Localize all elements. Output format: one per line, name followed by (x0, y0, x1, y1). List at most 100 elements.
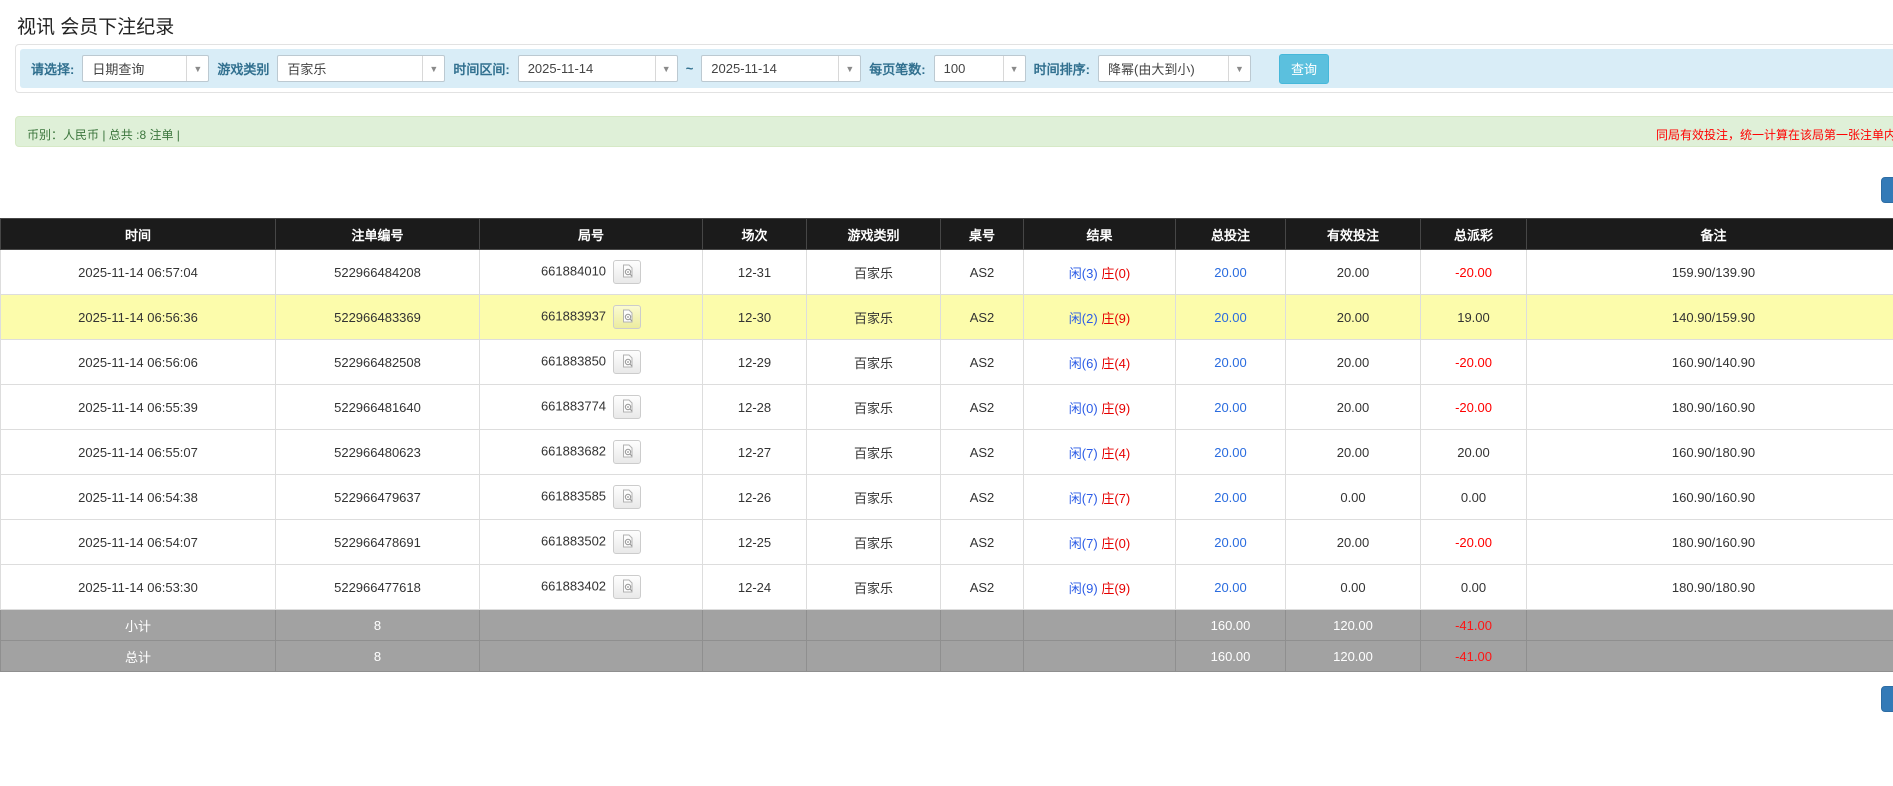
cell-game-type: 百家乐 (806, 384, 941, 430)
pagination-page-button-top[interactable]: 1 (1881, 177, 1893, 203)
cell-payout: -20.00 (1420, 519, 1527, 565)
cell-total-bet-link[interactable]: 20.00 (1175, 384, 1286, 430)
table-row: 2025-11-14 06:57:04 522966484208 661884010… (0, 249, 1893, 295)
table-row: 2025-11-14 06:54:07 522966478691 661883502… (0, 519, 1893, 565)
cell-valid-bet: 20.00 (1285, 384, 1421, 430)
video-replay-button[interactable] (613, 395, 642, 419)
game-type-value: 百家乐 (287, 62, 327, 77)
query-type-select[interactable]: 日期查询 ▼ (82, 55, 210, 82)
cell-session: 12-29 (702, 339, 807, 385)
column-header-1: 注单编号 (275, 218, 480, 250)
video-replay-button[interactable] (613, 575, 642, 599)
cell-session: 12-27 (702, 429, 807, 475)
video-replay-button[interactable] (613, 350, 642, 374)
total-empty (940, 640, 1024, 672)
video-replay-button[interactable] (613, 530, 642, 554)
chevron-down-icon: ▼ (1002, 56, 1025, 81)
film-icon (621, 354, 634, 371)
page-size-select[interactable]: 100 ▼ (933, 55, 1026, 82)
film-icon (621, 264, 634, 281)
sort-order-select[interactable]: 降幂(由大到小) ▼ (1097, 55, 1251, 82)
cell-valid-bet: 20.00 (1285, 339, 1421, 385)
cell-table-no: AS2 (940, 564, 1024, 610)
cell-game-type: 百家乐 (806, 519, 941, 565)
film-icon (621, 489, 634, 506)
chevron-down-icon: ▼ (654, 56, 677, 81)
result-banker: 庄(0) (1101, 265, 1131, 281)
result-banker: 庄(4) (1101, 355, 1131, 371)
result-banker: 庄(7) (1101, 490, 1131, 506)
total-count: 8 (275, 640, 480, 672)
total-row: 总计 8 160.00 120.00 -41.00 (0, 640, 1893, 672)
cell-game-type: 百家乐 (806, 474, 941, 520)
cell-time: 2025-11-14 06:56:06 (0, 339, 276, 385)
video-replay-button[interactable] (613, 485, 642, 509)
table-row: 2025-11-14 06:55:07 522966480623 661883682… (0, 429, 1893, 475)
film-icon (621, 534, 634, 551)
cell-valid-bet: 0.00 (1285, 564, 1421, 610)
subtotal-count: 8 (275, 609, 480, 641)
game-type-select[interactable]: 百家乐 ▼ (277, 55, 446, 82)
video-replay-button[interactable] (613, 440, 642, 464)
subtotal-row: 小计 8 160.00 120.00 -41.00 (0, 609, 1893, 641)
cell-total-bet-link[interactable]: 20.00 (1175, 474, 1286, 520)
cell-game-type: 百家乐 (806, 294, 941, 340)
cell-bet-id: 522966481640 (275, 384, 480, 430)
column-header-10: 备注 (1526, 218, 1893, 250)
query-button[interactable]: 查询 (1278, 53, 1329, 84)
cell-valid-bet: 20.00 (1285, 519, 1421, 565)
cell-table-no: AS2 (940, 249, 1024, 295)
cell-bet-id: 522966479637 (275, 474, 480, 520)
filter-bar: 请选择: 日期查询 ▼ 游戏类别 百家乐 ▼ 时间区间: 2025-11-14 … (20, 49, 1893, 88)
cell-session: 12-26 (702, 474, 807, 520)
video-replay-button[interactable] (613, 260, 642, 284)
film-icon (621, 399, 634, 416)
result-player: 闲(9) (1068, 580, 1098, 596)
cell-time: 2025-11-14 06:54:07 (0, 519, 276, 565)
sort-order-value: 降幂(由大到小) (1107, 62, 1195, 77)
cell-result: 闲(7) 庄(4) (1023, 429, 1176, 475)
total-total-bet: 160.00 (1175, 640, 1286, 672)
cell-bet-id: 522966480623 (275, 429, 480, 475)
video-replay-button[interactable] (613, 305, 642, 329)
cell-note: 180.90/180.90 (1526, 564, 1893, 610)
cell-total-bet-link[interactable]: 20.00 (1175, 519, 1286, 565)
cell-session: 12-25 (702, 519, 807, 565)
date-to-select[interactable]: 2025-11-14 ▼ (701, 55, 862, 82)
cell-round-id: 661883585 (479, 474, 703, 520)
cell-time: 2025-11-14 06:53:30 (0, 564, 276, 610)
cell-game-type: 百家乐 (806, 249, 941, 295)
cell-total-bet-link[interactable]: 20.00 (1175, 429, 1286, 475)
total-empty (1023, 640, 1176, 672)
table-row: 2025-11-14 06:56:36 522966483369 661883937… (0, 294, 1893, 340)
cell-total-bet-link[interactable]: 20.00 (1175, 564, 1286, 610)
cell-round-id: 661884010 (479, 249, 703, 295)
cell-table-no: AS2 (940, 474, 1024, 520)
cell-game-type: 百家乐 (806, 429, 941, 475)
pagination-page-button-bottom[interactable]: 1 (1881, 686, 1893, 712)
cell-total-bet-link[interactable]: 20.00 (1175, 249, 1286, 295)
chevron-down-icon: ▼ (1227, 56, 1250, 81)
result-banker: 庄(4) (1101, 445, 1131, 461)
cell-payout: 0.00 (1420, 474, 1527, 520)
cell-result: 闲(6) 庄(4) (1023, 339, 1176, 385)
query-type-value: 日期查询 (92, 62, 145, 77)
date-from-select[interactable]: 2025-11-14 ▼ (517, 55, 678, 82)
cell-payout: 19.00 (1420, 294, 1527, 340)
cell-time: 2025-11-14 06:56:36 (0, 294, 276, 340)
total-label: 总计 (0, 640, 276, 672)
column-header-3: 场次 (702, 218, 807, 250)
cell-total-bet-link[interactable]: 20.00 (1175, 339, 1286, 385)
filter-panel: 请选择: 日期查询 ▼ 游戏类别 百家乐 ▼ 时间区间: 2025-11-14 … (15, 44, 1893, 93)
cell-note: 160.90/180.90 (1526, 429, 1893, 475)
result-banker: 庄(0) (1101, 535, 1131, 551)
game-type-label: 游戏类别 (217, 62, 270, 77)
time-range-label: 时间区间: (453, 62, 510, 77)
chevron-down-icon: ▼ (838, 56, 860, 81)
cell-table-no: AS2 (940, 339, 1024, 385)
cell-time: 2025-11-14 06:57:04 (0, 249, 276, 295)
cell-session: 12-24 (702, 564, 807, 610)
cell-total-bet-link[interactable]: 20.00 (1175, 294, 1286, 340)
total-valid-bet: 120.00 (1285, 640, 1421, 672)
sort-label: 时间排序: (1033, 62, 1090, 77)
